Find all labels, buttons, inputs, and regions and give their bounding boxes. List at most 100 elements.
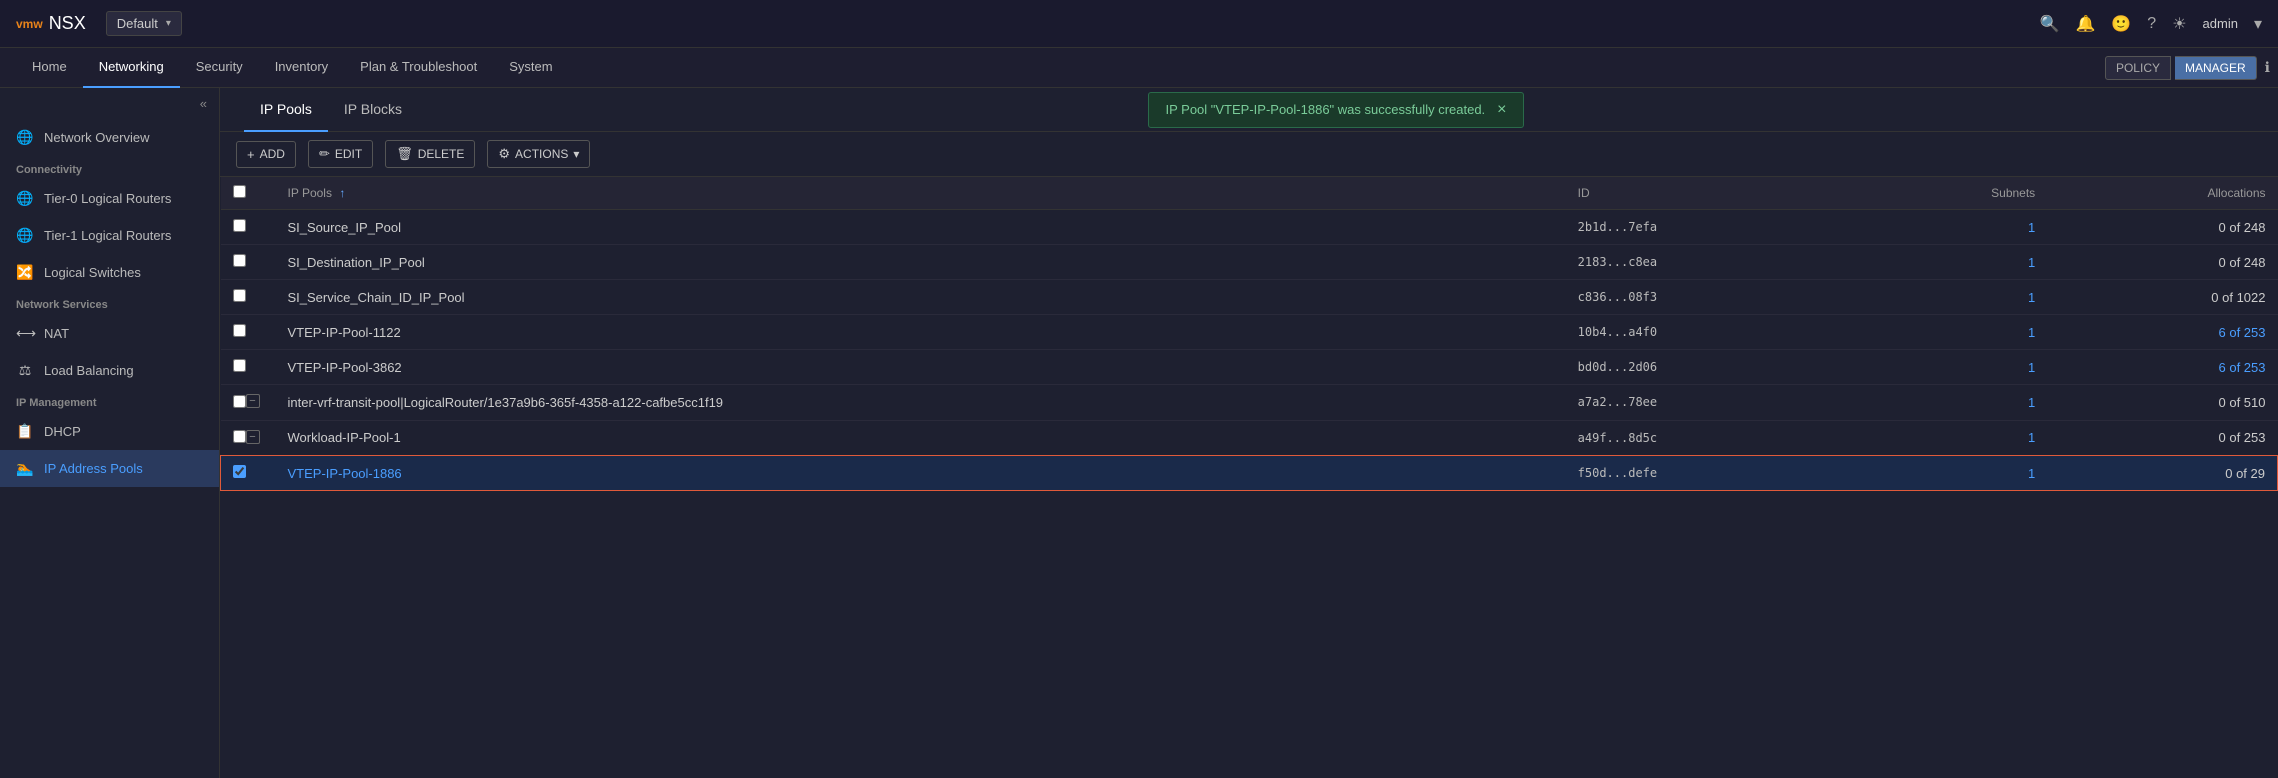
row-checkbox-cell[interactable] (221, 350, 276, 385)
row-checkbox[interactable] (233, 430, 246, 443)
help-icon[interactable]: ? (2147, 15, 2156, 33)
nav-networking[interactable]: Networking (83, 48, 180, 88)
pool-name[interactable]: Workload-IP-Pool-1 (276, 420, 1566, 456)
table-row[interactable]: VTEP-IP-Pool-112210b4...a4f016 of 253 (221, 315, 2278, 350)
logical-switches-icon: 🔀 (16, 264, 34, 281)
bell-icon[interactable]: 🔔 (2075, 14, 2095, 34)
tab-bar: IP Pools IP Blocks IP Pool "VTEP-IP-Pool… (220, 88, 2278, 132)
pool-allocations: 0 of 1022 (2047, 280, 2277, 315)
admin-name[interactable]: admin (2203, 16, 2238, 31)
pool-id: c836...08f3 (1566, 280, 1857, 315)
nav-home[interactable]: Home (16, 48, 83, 88)
row-checkbox[interactable] (233, 219, 246, 232)
sidebar-item-nat[interactable]: ⟷ NAT (0, 315, 219, 352)
manager-button[interactable]: MANAGER (2175, 56, 2257, 80)
sun-icon[interactable]: ☀ (2172, 14, 2186, 34)
col-id[interactable]: ID (1566, 177, 1857, 210)
pool-name[interactable]: SI_Service_Chain_ID_IP_Pool (276, 280, 1566, 315)
pool-name-link[interactable]: VTEP-IP-Pool-3862 (288, 360, 402, 375)
select-all-checkbox[interactable] (233, 185, 246, 198)
chevron-down-icon: ▾ (166, 18, 171, 29)
pool-id: bd0d...2d06 (1566, 350, 1857, 385)
pool-allocations: 0 of 253 (2047, 420, 2277, 456)
sidebar-item-label: IP Address Pools (44, 461, 143, 476)
pool-name[interactable]: SI_Destination_IP_Pool (276, 245, 1566, 280)
table-row[interactable]: VTEP-IP-Pool-3862bd0d...2d0616 of 253 (221, 350, 2278, 385)
env-selector[interactable]: Default ▾ (106, 11, 182, 36)
pool-name-link[interactable]: inter-vrf-transit-pool|LogicalRouter/1e3… (288, 395, 724, 410)
user-icon[interactable]: 🙂 (2111, 14, 2131, 34)
row-checkbox[interactable] (233, 395, 246, 408)
col-subnets[interactable]: Subnets (1856, 177, 2047, 210)
row-checkbox-cell[interactable] (221, 315, 276, 350)
tier0-icon: 🌐 (16, 190, 34, 207)
table-row[interactable]: SI_Service_Chain_ID_IP_Poolc836...08f310… (221, 280, 2278, 315)
pool-name[interactable]: VTEP-IP-Pool-3862 (276, 350, 1566, 385)
row-checkbox[interactable] (233, 465, 246, 478)
select-all-header[interactable] (221, 177, 276, 210)
pool-name-link[interactable]: SI_Source_IP_Pool (288, 220, 401, 235)
pool-name[interactable]: VTEP-IP-Pool-1122 (276, 315, 1566, 350)
edit-button[interactable]: ✏ EDIT (308, 140, 373, 168)
sidebar-item-dhcp[interactable]: 📋 DHCP (0, 413, 219, 450)
sidebar-item-tier0[interactable]: 🌐 Tier-0 Logical Routers (0, 180, 219, 217)
add-button[interactable]: + ADD (236, 141, 296, 168)
pool-subnets: 1 (1856, 210, 2047, 245)
row-checkbox-cell[interactable] (221, 456, 276, 491)
vmware-logo: vmw (16, 17, 43, 31)
nav-inventory[interactable]: Inventory (259, 48, 344, 88)
pool-name-link[interactable]: VTEP-IP-Pool-1886 (288, 466, 402, 481)
pool-name[interactable]: VTEP-IP-Pool-1886 (276, 456, 1566, 491)
table-row[interactable]: VTEP-IP-Pool-1886f50d...defe10 of 29 (221, 456, 2278, 491)
tier1-icon: 🌐 (16, 227, 34, 244)
ip-management-label: IP Management (0, 389, 219, 413)
connectivity-label: Connectivity (0, 156, 219, 180)
nav-system[interactable]: System (493, 48, 568, 88)
load-balancing-icon: ⚖ (16, 362, 34, 379)
col-allocations[interactable]: Allocations (2047, 177, 2277, 210)
sidebar-item-logical-switches[interactable]: 🔀 Logical Switches (0, 254, 219, 291)
delete-button[interactable]: 🗑 DELETE (385, 140, 475, 168)
col-ip-pools[interactable]: IP Pools ↑ (276, 177, 1566, 210)
info-icon[interactable]: ℹ (2265, 59, 2270, 76)
sidebar-item-ip-address-pools[interactable]: 🏊 IP Address Pools (0, 450, 219, 487)
pool-name-link[interactable]: SI_Destination_IP_Pool (288, 255, 425, 270)
pool-name[interactable]: inter-vrf-transit-pool|LogicalRouter/1e3… (276, 385, 1566, 421)
banner-close-button[interactable]: × (1497, 101, 1506, 119)
row-checkbox[interactable] (233, 254, 246, 267)
search-icon[interactable]: 🔍 (2040, 14, 2060, 34)
policy-button[interactable]: POLICY (2105, 56, 2171, 80)
nav-plan-troubleshoot[interactable]: Plan & Troubleshoot (344, 48, 493, 88)
tab-ip-pools[interactable]: IP Pools (244, 88, 328, 132)
table-row[interactable]: −Workload-IP-Pool-1a49f...8d5c10 of 253 (221, 420, 2278, 456)
row-checkbox[interactable] (233, 359, 246, 372)
row-checkbox-cell[interactable] (221, 210, 276, 245)
col-label: IP Pools (288, 186, 332, 200)
pool-name-link[interactable]: VTEP-IP-Pool-1122 (288, 325, 401, 340)
minus-icon: − (246, 430, 260, 444)
actions-button[interactable]: ⚙ ACTIONS ▾ (487, 140, 590, 168)
nav-security[interactable]: Security (180, 48, 259, 88)
row-checkbox[interactable] (233, 289, 246, 302)
sidebar-item-network-overview[interactable]: 🌐 Network Overview (0, 119, 219, 156)
table-row[interactable]: −inter-vrf-transit-pool|LogicalRouter/1e… (221, 385, 2278, 421)
row-checkbox-cell[interactable]: − (221, 420, 276, 456)
row-checkbox-cell[interactable] (221, 245, 276, 280)
sidebar-collapse-button[interactable]: « (0, 88, 219, 119)
main-layout: « 🌐 Network Overview Connectivity 🌐 Tier… (0, 88, 2278, 778)
row-checkbox-cell[interactable]: − (221, 385, 276, 421)
tab-ip-blocks[interactable]: IP Blocks (328, 88, 418, 132)
delete-icon: 🗑 (396, 146, 413, 162)
table-row[interactable]: SI_Destination_IP_Pool2183...c8ea10 of 2… (221, 245, 2278, 280)
sidebar-item-tier1[interactable]: 🌐 Tier-1 Logical Routers (0, 217, 219, 254)
pool-name[interactable]: SI_Source_IP_Pool (276, 210, 1566, 245)
sidebar-item-load-balancing[interactable]: ⚖ Load Balancing (0, 352, 219, 389)
sidebar-item-label: Logical Switches (44, 265, 141, 280)
table-row[interactable]: SI_Source_IP_Pool2b1d...7efa10 of 248 (221, 210, 2278, 245)
pool-name-link[interactable]: SI_Service_Chain_ID_IP_Pool (288, 290, 465, 305)
row-checkbox-cell[interactable] (221, 280, 276, 315)
pool-id: f50d...defe (1566, 456, 1857, 491)
pool-name-link[interactable]: Workload-IP-Pool-1 (288, 430, 401, 445)
col-label: Subnets (1991, 186, 2035, 200)
row-checkbox[interactable] (233, 324, 246, 337)
